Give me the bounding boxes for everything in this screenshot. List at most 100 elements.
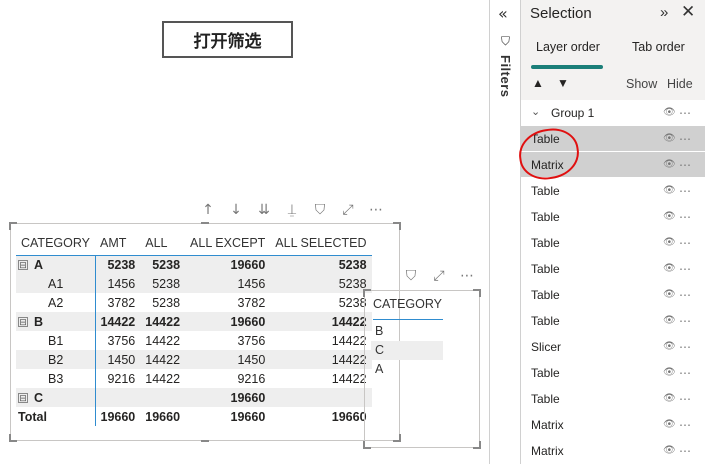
eye-icon[interactable]: 👁 — [663, 360, 676, 386]
cell-amt: 9216 — [107, 371, 136, 386]
layer-label: Table — [531, 366, 560, 380]
eye-icon[interactable]: 👁 — [663, 152, 676, 178]
more-icon[interactable]: ⋯ — [679, 360, 692, 386]
close-icon[interactable]: ✕ — [681, 2, 695, 22]
more-icon[interactable]: ⋯ — [679, 438, 692, 464]
arrow-down-icon[interactable]: ▼ — [557, 76, 569, 90]
slicer-item-selected[interactable]: C — [371, 341, 443, 360]
more-icon[interactable]: ⋯ — [679, 178, 692, 204]
layer-item[interactable]: Table 👁 ⋯ — [521, 178, 705, 204]
layer-item[interactable]: Table 👁 ⋯ — [521, 360, 705, 386]
expand-pane-icon[interactable]: » — [660, 4, 668, 21]
cell-all-except: 3756 — [237, 333, 266, 348]
expand-next-level-icon[interactable]: ⍊ — [283, 202, 301, 218]
eye-icon[interactable]: 👁 — [663, 334, 676, 360]
drill-up-icon[interactable]: ↑ — [199, 202, 217, 218]
more-icon[interactable]: ⋯ — [679, 256, 692, 282]
eye-icon[interactable]: 👁 — [663, 438, 676, 464]
collapse-icon[interactable]: « — [498, 4, 508, 23]
layer-group[interactable]: ⌄ Group 1 👁 ⋯ — [521, 100, 705, 126]
chevron-down-icon[interactable]: ⌄ — [531, 99, 540, 125]
table-row: ⊟ A 5238 5238 19660 5238 — [16, 255, 372, 274]
eye-icon[interactable]: 👁 — [663, 256, 676, 282]
drill-down-icon[interactable]: ↓ — [227, 202, 245, 218]
arrow-up-icon[interactable]: ▲ — [532, 76, 544, 90]
cell-all: 14422 — [140, 350, 186, 369]
funnel-icon[interactable]: ⛉ — [311, 202, 329, 218]
cell-amt — [95, 388, 141, 407]
matrix-header-all-selected[interactable]: ALL SELECTED — [270, 231, 372, 256]
focus-mode-icon[interactable]: ⤢ — [339, 202, 357, 218]
slicer-visual[interactable]: CATEGORY B C A — [363, 289, 481, 449]
more-icon[interactable]: ⋯ — [679, 204, 692, 230]
eye-icon[interactable]: 👁 — [663, 100, 676, 126]
more-icon[interactable]: ⋯ — [679, 282, 692, 308]
eye-icon[interactable]: 👁 — [663, 308, 676, 334]
matrix-visual[interactable]: CATEGORY AMT ALL ALL EXCEPT ALL SELECTED… — [9, 222, 401, 442]
eye-icon[interactable]: 👁 — [663, 230, 676, 256]
tab-tab-order[interactable]: Tab order — [632, 40, 685, 54]
more-icon[interactable]: ⋯ — [679, 334, 692, 360]
tab-layer-order[interactable]: Layer order — [536, 40, 600, 54]
more-icon[interactable]: ⋯ — [679, 152, 692, 178]
collapse-row-icon[interactable]: ⊟ — [18, 393, 28, 404]
matrix-header-all-except[interactable]: ALL EXCEPT — [185, 231, 271, 256]
show-button[interactable]: Show — [626, 77, 657, 91]
filters-label[interactable]: Filters — [498, 55, 513, 98]
more-icon[interactable]: ⋯ — [679, 230, 692, 256]
eye-icon[interactable]: 👁 — [663, 412, 676, 438]
open-filter-button[interactable]: 打开筛选 — [162, 21, 293, 58]
matrix-table: CATEGORY AMT ALL ALL EXCEPT ALL SELECTED… — [16, 231, 372, 426]
cell-all-selected — [270, 388, 372, 407]
collapse-row-icon[interactable]: ⊟ — [18, 260, 28, 271]
more-icon[interactable]: ⋯ — [679, 126, 692, 152]
layer-item[interactable]: Table 👁 ⋯ — [521, 256, 705, 282]
matrix-header-all[interactable]: ALL — [140, 231, 186, 256]
eye-icon[interactable]: 👁 — [663, 386, 676, 412]
more-icon[interactable]: ⋯ — [679, 412, 692, 438]
collapse-row-icon[interactable]: ⊟ — [18, 317, 28, 328]
slicer-item[interactable]: A — [371, 360, 443, 379]
layer-item[interactable]: Slicer 👁 ⋯ — [521, 334, 705, 360]
layer-label: Table — [531, 184, 560, 198]
funnel-icon[interactable]: ⛉ — [402, 268, 420, 284]
layer-item[interactable]: Table 👁 ⋯ — [521, 204, 705, 230]
layer-label: Matrix — [531, 444, 564, 458]
cell-all-except: 3782 — [237, 295, 266, 310]
eye-icon[interactable]: 👁 — [663, 126, 676, 152]
row-label: A1 — [16, 274, 96, 293]
more-options-icon[interactable]: ⋯ — [367, 202, 385, 218]
more-icon[interactable]: ⋯ — [679, 100, 692, 126]
layer-item[interactable]: Table 👁 ⋯ — [521, 282, 705, 308]
more-icon[interactable]: ⋯ — [679, 308, 692, 334]
table-row: ⊟ C 19660 — [16, 388, 372, 407]
filters-pane-collapsed[interactable]: « ⛉ Filters — [489, 0, 521, 464]
eye-icon[interactable]: 👁 — [663, 178, 676, 204]
row-label: B3 — [16, 369, 96, 388]
cell-all-except: 1450 — [185, 350, 271, 369]
row-label: ⊟ C — [16, 388, 96, 407]
table-row: B1 3756 14422 3756 14422 — [16, 331, 372, 350]
layer-item[interactable]: Table 👁 ⋯ — [521, 308, 705, 334]
cell-amt: 3782 — [107, 295, 136, 310]
layer-label: Table — [531, 392, 560, 406]
layer-item[interactable]: Table 👁 ⋯ — [521, 386, 705, 412]
layer-label: Table — [531, 210, 560, 224]
cell-all-except: 19660 — [185, 312, 271, 331]
expand-all-icon[interactable]: ⇊ — [255, 202, 273, 218]
layer-item[interactable]: Table 👁 ⋯ — [521, 230, 705, 256]
matrix-header-category[interactable]: CATEGORY — [16, 231, 95, 256]
hide-button[interactable]: Hide — [667, 77, 693, 91]
eye-icon[interactable]: 👁 — [663, 204, 676, 230]
layer-item[interactable]: Matrix 👁 ⋯ — [521, 412, 705, 438]
layer-item[interactable]: Matrix 👁 ⋯ — [521, 438, 705, 464]
eye-icon[interactable]: 👁 — [663, 282, 676, 308]
table-row: A1 1456 5238 1456 5238 — [16, 274, 372, 293]
row-label-text: A — [34, 257, 44, 272]
more-icon[interactable]: ⋯ — [679, 386, 692, 412]
focus-mode-icon[interactable]: ⤢ — [430, 268, 448, 284]
slicer-item[interactable]: B — [371, 322, 443, 341]
matrix-header-amt[interactable]: AMT — [95, 231, 141, 256]
cell-all-selected: 14422 — [331, 333, 367, 348]
more-options-icon[interactable]: ⋯ — [458, 268, 476, 284]
